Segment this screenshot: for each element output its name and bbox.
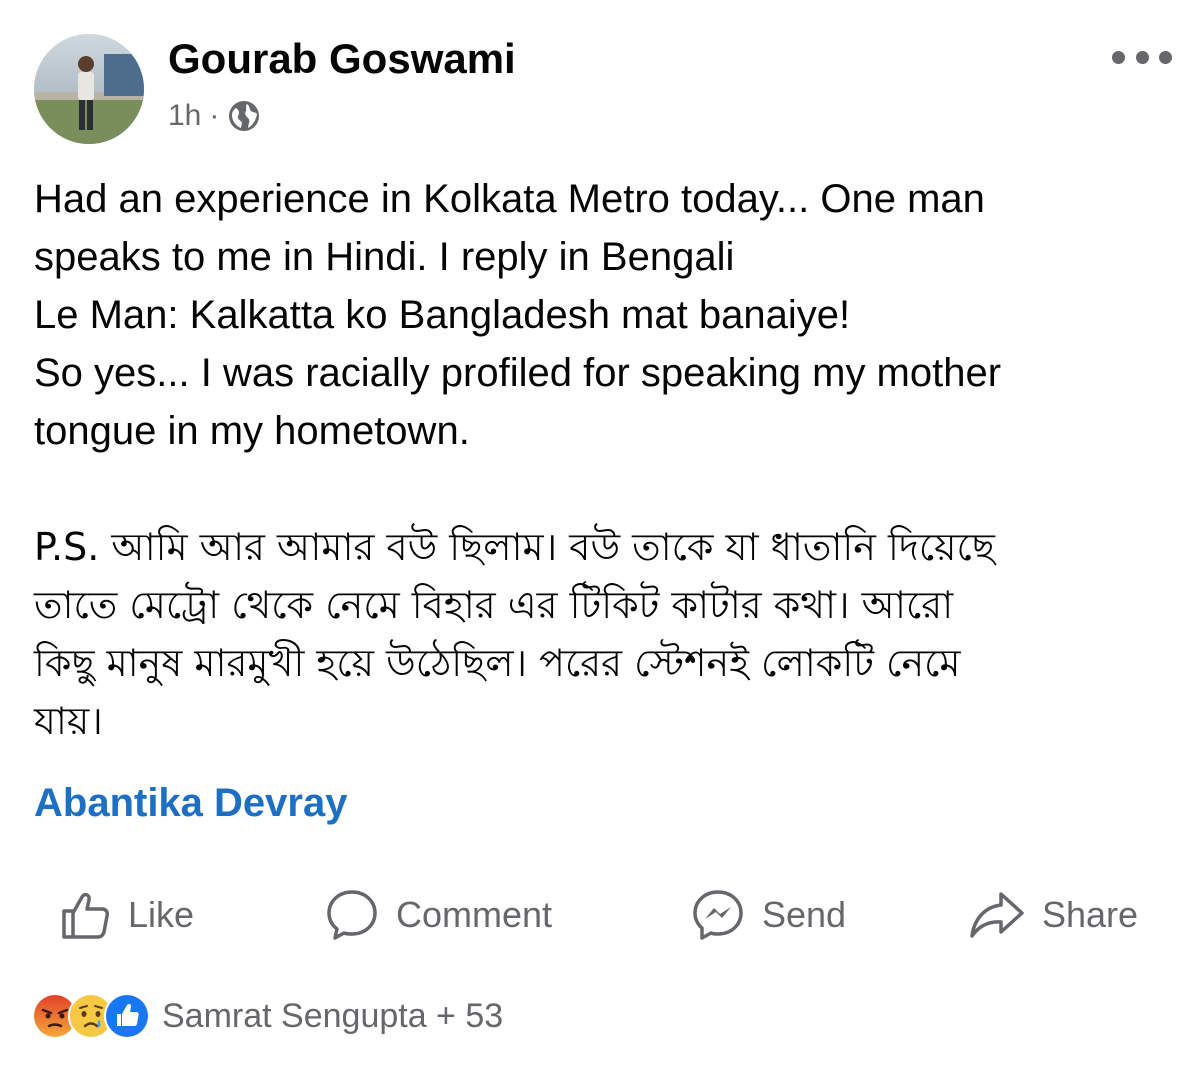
- reaction-summary-text: Samrat Sengupta + 53: [162, 996, 504, 1035]
- comment-icon: [327, 890, 377, 940]
- like-button[interactable]: Like: [60, 880, 194, 950]
- more-options-icon: [1112, 50, 1125, 64]
- post-ps-line: তাতে মেট্রো থেকে নেমে বিহার এর টিকিট কাট…: [34, 583, 954, 627]
- share-button[interactable]: Share: [968, 880, 1138, 950]
- comment-label: Comment: [396, 894, 553, 935]
- send-label: Send: [762, 894, 847, 935]
- post-text-line: speaks to me in Hindi. I reply in Bengal…: [34, 235, 735, 279]
- post-meta: 1h ·: [168, 96, 261, 136]
- thumbs-up-icon: [62, 892, 109, 939]
- share-arrow-icon: [970, 892, 1024, 938]
- post-text-line: So yes... I was racially profiled for sp…: [34, 351, 1002, 395]
- reaction-icons: [32, 993, 150, 1039]
- reactions-summary[interactable]: Samrat Sengupta + 53: [32, 992, 503, 1040]
- post-time[interactable]: 1h: [168, 99, 201, 133]
- facebook-post: Gourab Goswami 1h · Had an experience in…: [0, 0, 1200, 1084]
- like-label: Like: [128, 894, 195, 935]
- action-bar: Like Comment Send Share: [0, 880, 1200, 950]
- meta-separator: ·: [209, 99, 220, 132]
- post-text-line: Had an experience in Kolkata Metro today…: [34, 177, 985, 221]
- more-options-button[interactable]: [1112, 42, 1172, 72]
- author-name[interactable]: Gourab Goswami: [168, 34, 516, 84]
- post-ps-line: কিছু মানুষ মারমুখী হয়ে উঠেছিল। পরের স্ট…: [34, 641, 961, 685]
- messenger-icon: [693, 890, 743, 940]
- post-text-ps: P.S. আমি আর আমার বউ ছিলাম। বউ তাকে যা ধা…: [34, 518, 1164, 750]
- post-ps-line: যায়।: [34, 699, 103, 743]
- comment-button[interactable]: Comment: [324, 880, 552, 950]
- post-text-line: Le Man: Kalkatta ko Bangladesh mat banai…: [34, 293, 851, 337]
- share-label: Share: [1042, 894, 1139, 935]
- tagged-person-link[interactable]: Abantika Devray: [34, 778, 347, 828]
- send-button[interactable]: Send: [690, 880, 846, 950]
- globe-icon[interactable]: [227, 99, 261, 133]
- post-ps-line: P.S. আমি আর আমার বউ ছিলাম। বউ তাকে যা ধা…: [34, 525, 995, 569]
- post-text-line: tongue in my hometown.: [34, 409, 470, 453]
- avatar[interactable]: [34, 34, 144, 144]
- post-text: Had an experience in Kolkata Metro today…: [34, 170, 1164, 460]
- like-reaction-icon: [104, 993, 150, 1039]
